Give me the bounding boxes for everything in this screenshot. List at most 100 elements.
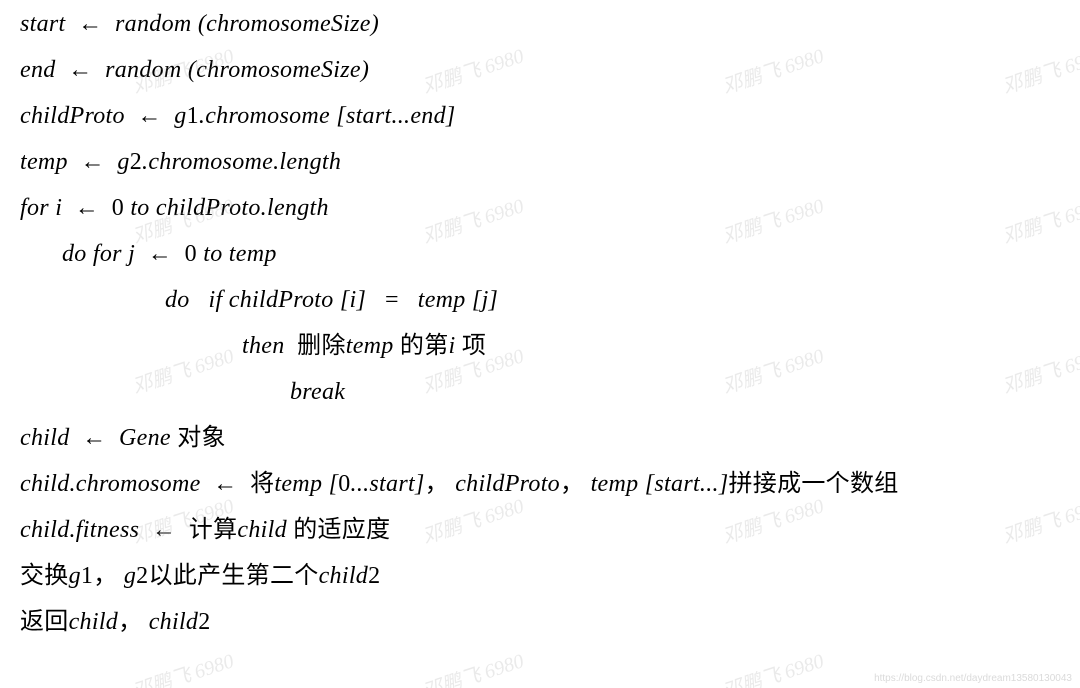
- var-end: end: [20, 57, 56, 83]
- code-line-10: child ← Gene 对象: [20, 426, 1060, 450]
- comma: ，: [560, 471, 584, 497]
- assign-arrow: ←: [80, 149, 104, 175]
- text-compute: 计算: [189, 517, 238, 543]
- code-line-11: child.chromosome ← 将temp [0...start]， ch…: [20, 472, 1060, 496]
- kw-do: do: [165, 287, 190, 313]
- kw-to-length: to childProto.length: [130, 195, 328, 221]
- code-line-6: do for j ← 0 to temp: [20, 242, 1060, 266]
- code-line-13: 交换g1， g2以此产生第二个child2: [20, 564, 1060, 588]
- var-j: j: [482, 287, 489, 313]
- var-child2: child: [149, 609, 199, 635]
- prop-chromosome-length: .chromosome.length: [142, 149, 341, 175]
- kw-to-temp: to temp: [203, 241, 276, 267]
- code-line-3: childProto ← g1.chromosome [start...end]: [20, 104, 1060, 128]
- code-line-8: then 删除temp 的第i 项: [20, 334, 1060, 358]
- var-temp: temp: [346, 333, 394, 359]
- open-paren: (: [198, 11, 206, 37]
- var-child2: child: [319, 563, 369, 589]
- arg-chromosomeSize: chromosomeSize: [206, 11, 371, 37]
- var-child: child: [20, 425, 70, 451]
- close-paren: ): [371, 11, 379, 37]
- var-g: g: [124, 563, 136, 589]
- open-paren: (: [188, 57, 196, 83]
- var-temp: temp: [20, 149, 68, 175]
- class-Gene: Gene: [119, 425, 171, 451]
- num-0: 0: [338, 471, 350, 497]
- footer-url: https://blog.csdn.net/daydream1358013004…: [874, 673, 1072, 684]
- close-bracket: ]: [489, 287, 499, 313]
- close-bracket: ]: [415, 471, 425, 497]
- range-to-start: ...start: [351, 471, 415, 497]
- var-temp: temp: [274, 471, 322, 497]
- kw-for-i: for i: [20, 195, 62, 221]
- num-1: 1: [187, 103, 199, 129]
- code-line-1: start ← random (chromosomeSize): [20, 12, 1060, 36]
- var-g: g: [117, 149, 129, 175]
- kw-do-for-j: do for j: [62, 241, 135, 267]
- range-start-end: start...end: [346, 103, 446, 129]
- open-bracket: [: [329, 471, 339, 497]
- num-0: 0: [112, 195, 124, 221]
- num-2: 2: [198, 609, 210, 635]
- var-childProto: childProto: [455, 471, 560, 497]
- text-return: 返回: [20, 609, 69, 635]
- assign-arrow: ←: [68, 57, 92, 83]
- text-concat-prefix: 将: [250, 471, 274, 497]
- open-bracket: [: [336, 103, 346, 129]
- var-child: child: [69, 609, 119, 635]
- text-delete: 删除: [297, 333, 346, 359]
- kw-if-childProto: if childProto: [209, 287, 334, 313]
- var-childProto: childProto: [20, 103, 125, 129]
- text-swap: 交换: [20, 563, 69, 589]
- comma: ，: [93, 563, 117, 589]
- arg-chromosomeSize: chromosomeSize: [196, 57, 361, 83]
- assign-arrow: ←: [213, 471, 237, 497]
- assign-arrow: ←: [78, 11, 102, 37]
- prop-chromosome: .chromosome: [199, 103, 330, 129]
- assign-arrow: ←: [148, 241, 172, 267]
- prop-child-fitness: child.fitness: [20, 517, 139, 543]
- text-fitness: 的适应度: [293, 517, 390, 543]
- num-2: 2: [368, 563, 380, 589]
- var-g: g: [69, 563, 81, 589]
- code-line-12: child.fitness ← 计算child 的适应度: [20, 518, 1060, 542]
- close-paren: ): [361, 57, 369, 83]
- var-child: child: [237, 517, 287, 543]
- var-g: g: [174, 103, 186, 129]
- close-bracket: ]: [446, 103, 456, 129]
- num-2: 2: [130, 149, 142, 175]
- code-line-4: temp ← g2.chromosome.length: [20, 150, 1060, 174]
- text-concat-suffix: 拼接成一个数组: [728, 471, 898, 497]
- op-equals: =: [385, 287, 399, 313]
- assign-arrow: ←: [75, 195, 99, 221]
- text-produce: 以此产生第二个: [148, 563, 318, 589]
- comma: ，: [425, 471, 449, 497]
- code-line-7: do if childProto [i] = temp [j]: [20, 288, 1060, 312]
- open-bracket: [: [645, 471, 655, 497]
- text-item: 项: [462, 333, 486, 359]
- comma: ，: [118, 609, 142, 635]
- prop-child-chromosome: child.chromosome: [20, 471, 201, 497]
- code-line-14: 返回child， child2: [20, 610, 1060, 634]
- kw-break: break: [290, 379, 345, 405]
- code-line-9: break: [20, 380, 1060, 404]
- code-line-5: for i ← 0 to childProto.length: [20, 196, 1060, 220]
- var-start: start: [20, 11, 66, 37]
- assign-arrow: ←: [152, 517, 176, 543]
- pseudocode-block: start ← random (chromosomeSize) end ← ra…: [0, 0, 1080, 688]
- assign-arrow: ←: [82, 425, 106, 451]
- fn-random: random: [115, 11, 191, 37]
- kw-then: then: [242, 333, 285, 359]
- var-temp: temp: [591, 471, 639, 497]
- num-0: 0: [185, 241, 197, 267]
- num-1: 1: [81, 563, 93, 589]
- num-2: 2: [136, 563, 148, 589]
- text-of-idx: 的第: [400, 333, 449, 359]
- code-line-2: end ← random (chromosomeSize): [20, 58, 1060, 82]
- var-i: i: [449, 333, 456, 359]
- open-bracket: [: [472, 287, 482, 313]
- text-object: 对象: [177, 425, 226, 451]
- range-start-dots: start...: [654, 471, 718, 497]
- var-temp: temp: [418, 287, 466, 313]
- assign-arrow: ←: [137, 103, 161, 129]
